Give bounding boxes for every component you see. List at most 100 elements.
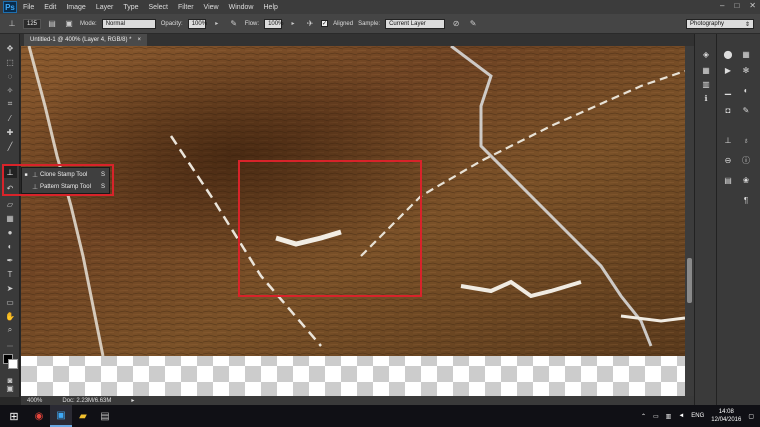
glyphs-panel-icon[interactable]: ❀ bbox=[739, 174, 753, 186]
network-icon[interactable]: ▥ bbox=[666, 413, 672, 420]
gradient-tool-icon[interactable]: ▦ bbox=[3, 212, 17, 224]
close-window-button[interactable]: ✕ bbox=[749, 1, 756, 10]
workspace-switcher[interactable]: Photography ⇕ bbox=[686, 19, 754, 29]
menu-window[interactable]: Window bbox=[229, 4, 254, 11]
crop-tool-icon[interactable]: ⌗ bbox=[3, 98, 17, 110]
brush-presets-panel-icon[interactable]: ✻ bbox=[739, 64, 753, 76]
actions-panel-icon[interactable]: ▶ bbox=[721, 64, 735, 76]
history-panel-icon[interactable]: ▦ bbox=[699, 64, 713, 76]
path-select-tool-icon[interactable]: ➤ bbox=[3, 282, 17, 294]
status-arrow-icon[interactable]: ▸ bbox=[131, 397, 134, 404]
tray-monitor-icon[interactable]: ▭ bbox=[653, 413, 659, 420]
marquee-tool-icon[interactable]: ⬚ bbox=[3, 56, 17, 68]
vertical-scrollbar[interactable] bbox=[685, 46, 694, 397]
quick-select-tool-icon[interactable]: ✧ bbox=[3, 84, 17, 96]
file-explorer-icon[interactable]: ▰ bbox=[72, 405, 94, 427]
type-tool-icon[interactable]: T bbox=[3, 268, 17, 280]
shape-tool-icon[interactable]: ▭ bbox=[3, 296, 17, 308]
flow-dropdown-icon[interactable]: ▸ bbox=[287, 18, 299, 30]
info-panel-icon[interactable]: ℹ bbox=[699, 92, 713, 104]
highlight-rectangle bbox=[238, 160, 422, 297]
navigator-panel-icon[interactable]: ◐ bbox=[739, 84, 753, 96]
chevron-down-icon: ⇕ bbox=[744, 21, 750, 28]
aligned-checkbox[interactable]: ✓ bbox=[321, 20, 329, 27]
clock-time: 14:08 bbox=[718, 409, 734, 415]
layers-panel-icon[interactable]: ◈ bbox=[699, 48, 713, 60]
clone-source-panel-icon[interactable]: ♁ bbox=[739, 134, 753, 146]
minimize-button[interactable]: – bbox=[720, 1, 724, 10]
notifications-icon[interactable]: ▢ bbox=[748, 413, 754, 420]
info-circle-icon[interactable]: ⓘ bbox=[739, 154, 753, 166]
opacity-dropdown-icon[interactable]: ▸ bbox=[211, 18, 223, 30]
mode-select[interactable]: Normal bbox=[101, 18, 156, 29]
language-indicator[interactable]: ENG bbox=[691, 413, 704, 419]
background-color-swatch[interactable] bbox=[8, 359, 18, 369]
photoshop-logo: Ps bbox=[3, 1, 17, 13]
airbrush-icon[interactable]: ✈ bbox=[304, 18, 316, 30]
pen-tool-icon[interactable]: ✒ bbox=[3, 254, 17, 266]
panel-dock-icons: ◈ ▦ ▥ ℹ bbox=[694, 34, 716, 405]
pressure-size-icon[interactable]: ✎ bbox=[467, 18, 479, 30]
hand-tool-icon[interactable]: ✋ bbox=[3, 310, 17, 322]
maximize-button[interactable]: □ bbox=[734, 1, 739, 10]
menu-file[interactable]: File bbox=[23, 4, 34, 11]
menu-filter[interactable]: Filter bbox=[178, 4, 194, 11]
ignore-adjustment-layers-icon[interactable]: ⊘ bbox=[450, 18, 462, 30]
clone-stamp-preset-icon[interactable]: ⊥ bbox=[6, 18, 18, 30]
brush-size-picker[interactable]: 125 bbox=[23, 18, 42, 29]
document-tab-bar: Untitled-1 @ 400% (Layer 4, RGB/8) * × bbox=[20, 34, 694, 46]
flow-label: Flow: bbox=[244, 20, 260, 27]
menu-image[interactable]: Image bbox=[66, 4, 85, 11]
chrome-icon[interactable]: ◉ bbox=[28, 405, 50, 427]
color-panel-icon[interactable]: ⬤ bbox=[721, 48, 735, 60]
document-tab[interactable]: Untitled-1 @ 400% (Layer 4, RGB/8) * × bbox=[24, 34, 147, 46]
panel-dock: ⬤ ▦ ▶ ✻ ▁ ◐ ◘ ✎ ⊥ ♁ ⊖ ⓘ ▤ ❀ ¶ bbox=[716, 34, 760, 405]
eraser-tool-icon[interactable]: ▱ bbox=[3, 198, 17, 210]
swatches-panel-icon[interactable]: ▦ bbox=[739, 48, 753, 60]
sample-select[interactable]: Current Layer bbox=[385, 18, 446, 29]
screen-mode-icon[interactable]: ▣ bbox=[3, 382, 17, 394]
pressure-opacity-icon[interactable]: ✎ bbox=[228, 18, 240, 30]
zoom-tool-icon[interactable]: ⌕ bbox=[3, 324, 17, 336]
app-taskbar-icon[interactable]: ▤ bbox=[94, 405, 116, 427]
menu-type[interactable]: Type bbox=[123, 4, 138, 11]
blur-tool-icon[interactable]: ● bbox=[3, 226, 17, 238]
adjustments-panel-icon[interactable]: ◘ bbox=[721, 104, 735, 116]
scrollbar-thumb[interactable] bbox=[687, 258, 692, 303]
brush-panel-icon[interactable]: ⊥ bbox=[721, 134, 735, 146]
close-tab-icon[interactable]: × bbox=[137, 37, 141, 43]
windows-start-icon[interactable]: ⊞ bbox=[0, 405, 28, 427]
paths-panel-icon[interactable]: ⊖ bbox=[721, 154, 735, 166]
document-tab-title: Untitled-1 @ 400% (Layer 4, RGB/8) * bbox=[30, 37, 132, 43]
edit-toolbar-icon[interactable]: ⋯ bbox=[3, 340, 17, 352]
channels-panel-icon[interactable]: ▤ bbox=[721, 174, 735, 186]
notes-panel-icon[interactable]: ¶ bbox=[739, 194, 753, 206]
styles-panel-icon[interactable]: ✎ bbox=[739, 104, 753, 116]
clock-date: 12/04/2016 bbox=[711, 417, 742, 423]
histogram-panel-icon[interactable]: ▁ bbox=[721, 84, 735, 96]
volume-icon[interactable]: ◄ bbox=[678, 413, 684, 419]
healing-brush-tool-icon[interactable]: ✚ bbox=[3, 126, 17, 138]
tray-chevron-icon[interactable]: ⌃ bbox=[641, 413, 646, 420]
menu-select[interactable]: Select bbox=[149, 4, 168, 11]
flow-input[interactable]: 100% bbox=[264, 18, 283, 29]
lasso-tool-icon[interactable]: ◌ bbox=[3, 70, 17, 82]
menu-edit[interactable]: Edit bbox=[44, 4, 56, 11]
clone-source-panel-icon[interactable]: ▣ bbox=[63, 18, 75, 30]
menu-layer[interactable]: Layer bbox=[96, 4, 114, 11]
menu-view[interactable]: View bbox=[204, 4, 219, 11]
zoom-level[interactable]: 400% bbox=[27, 398, 42, 404]
menu-help[interactable]: Help bbox=[264, 4, 278, 11]
opacity-label: Opacity: bbox=[160, 20, 183, 27]
brush-panel-icon[interactable]: ▤ bbox=[46, 18, 58, 30]
properties-panel-icon[interactable]: ▥ bbox=[699, 78, 713, 90]
flyout-highlight-rectangle bbox=[2, 164, 114, 196]
clock[interactable]: 14:08 12/04/2016 bbox=[711, 408, 741, 424]
photoshop-taskbar-icon[interactable]: ▣ bbox=[50, 405, 72, 427]
opacity-input[interactable]: 100% bbox=[187, 18, 207, 29]
eyedropper-tool-icon[interactable]: ⁄ bbox=[3, 112, 17, 124]
options-bar: ⊥ 125 ▤ ▣ Mode: Normal Opacity: 100% ▸ ✎… bbox=[0, 14, 760, 34]
brush-tool-icon[interactable]: ╱ bbox=[3, 140, 17, 152]
move-tool-icon[interactable]: ✥ bbox=[3, 42, 17, 54]
dodge-tool-icon[interactable]: ◐ bbox=[3, 240, 17, 252]
